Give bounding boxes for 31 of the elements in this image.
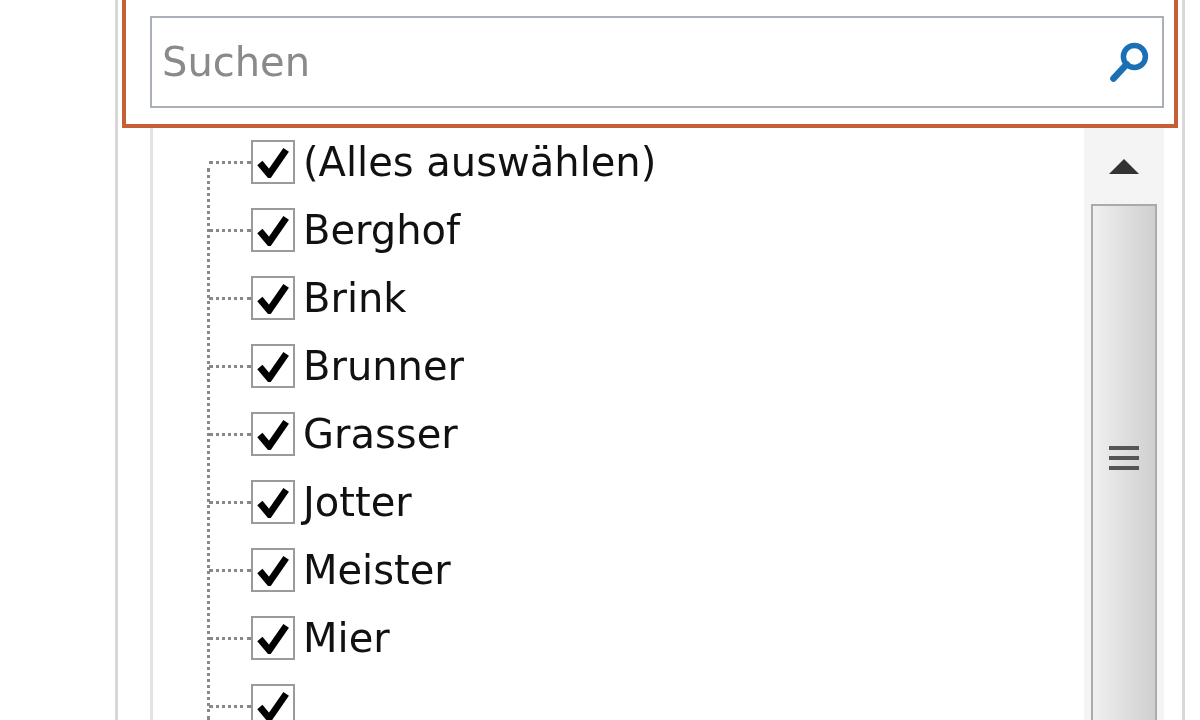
checkbox[interactable] — [251, 140, 295, 184]
list-item-label[interactable]: Brunner — [303, 343, 464, 389]
check-icon — [256, 350, 290, 382]
checkbox[interactable] — [251, 208, 295, 252]
list-item-label[interactable]: Grasser — [303, 411, 458, 457]
check-icon — [256, 486, 290, 518]
check-icon — [256, 554, 290, 586]
grip-icon — [1109, 446, 1139, 470]
checkbox[interactable] — [251, 344, 295, 388]
check-icon — [256, 690, 290, 720]
checkbox[interactable] — [251, 684, 295, 720]
scrollbar[interactable] — [1084, 128, 1164, 720]
check-icon — [256, 146, 290, 178]
checkbox[interactable] — [251, 548, 295, 592]
list-item-label[interactable]: Mier — [303, 615, 390, 661]
check-icon — [256, 418, 290, 450]
check-icon — [256, 622, 290, 654]
list-item-label[interactable]: Meister — [303, 547, 451, 593]
scroll-up-arrow-icon[interactable] — [1109, 158, 1139, 174]
list-item-label[interactable]: Jotter — [303, 479, 412, 525]
search-field[interactable]: Suchen — [150, 16, 1164, 108]
check-icon — [256, 282, 290, 314]
list-item-label[interactable]: (Alles auswählen) — [303, 139, 657, 185]
checkbox[interactable] — [251, 276, 295, 320]
checkbox[interactable] — [251, 412, 295, 456]
check-icon — [256, 214, 290, 246]
checkbox[interactable] — [251, 616, 295, 660]
checkbox[interactable] — [251, 480, 295, 524]
scroll-thumb[interactable] — [1091, 204, 1157, 720]
list-item-label[interactable]: Berghof — [303, 207, 461, 253]
list-item-label[interactable]: Brink — [303, 275, 407, 321]
